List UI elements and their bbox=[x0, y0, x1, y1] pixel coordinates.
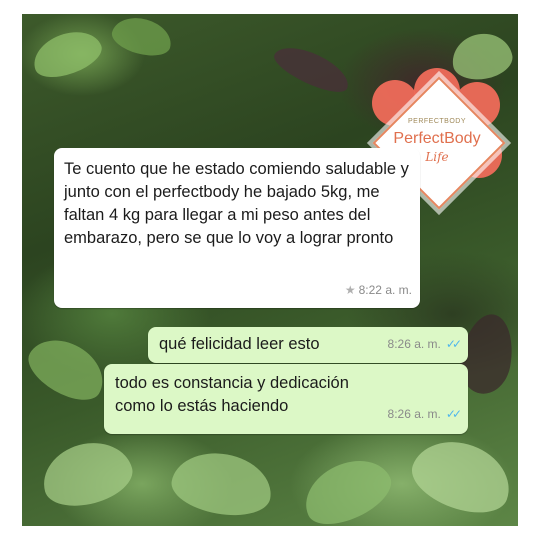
message-text: todo es constancia y dedicación como lo … bbox=[115, 374, 349, 415]
background-leaf bbox=[35, 433, 139, 515]
background-leaf bbox=[403, 428, 518, 525]
message-time: 8:26 a. m. bbox=[387, 337, 441, 351]
background-leaf bbox=[294, 447, 400, 526]
message-time: 8:26 a. m. bbox=[387, 407, 441, 421]
logo-brand-small: PERFECTBODY bbox=[407, 118, 466, 125]
message-text: qué felicidad leer esto bbox=[159, 335, 320, 353]
message-meta: ★ 8:22 a. m. bbox=[345, 279, 412, 302]
background-leaf bbox=[27, 23, 107, 85]
message-meta: 8:26 a. m. ✓✓ bbox=[387, 333, 463, 356]
message-time: 8:22 a. m. bbox=[358, 283, 412, 297]
chat-screenshot-frame: PERFECTBODY PerfectBody Life Te cuento q… bbox=[22, 14, 518, 526]
logo-title: PerfectBody bbox=[393, 130, 481, 147]
star-icon: ★ bbox=[344, 283, 356, 297]
background-leaf bbox=[108, 14, 176, 62]
double-check-icon: ✓✓ bbox=[445, 407, 462, 421]
outgoing-message[interactable]: qué felicidad leer esto 8:26 a. m. ✓✓ bbox=[148, 327, 468, 363]
message-text: Te cuento que he estado comiendo saludab… bbox=[64, 160, 409, 247]
background-leaf bbox=[269, 38, 355, 100]
background-leaf bbox=[167, 445, 277, 523]
message-meta: 8:26 a. m. ✓✓ bbox=[387, 403, 463, 426]
double-check-icon: ✓✓ bbox=[445, 337, 462, 351]
background-leaf bbox=[22, 327, 115, 411]
outgoing-message[interactable]: todo es constancia y dedicación como lo … bbox=[104, 364, 468, 434]
incoming-message[interactable]: Te cuento que he estado comiendo saludab… bbox=[54, 148, 420, 308]
